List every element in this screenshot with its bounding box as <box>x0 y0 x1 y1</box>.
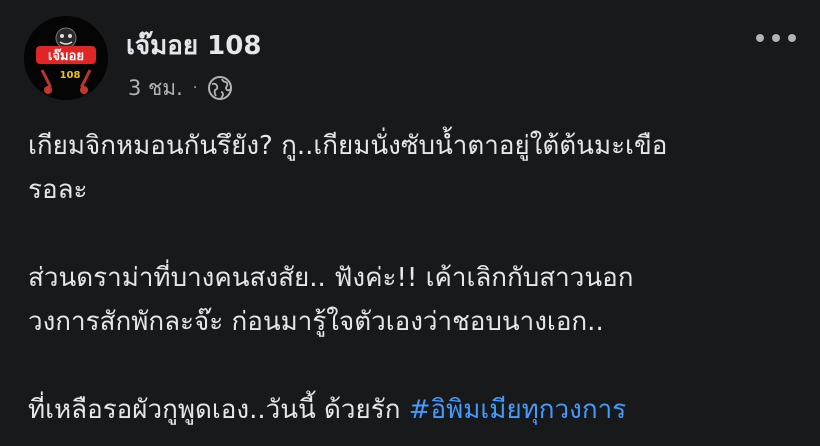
post-text-line-with-hashtag: ที่เหลือรอผัวกูพูดเอง..วันนี้ ด้วยรัก #อ… <box>28 388 796 432</box>
post-text-line: ส่วนดราม่าที่บางคนสงสัย.. ฟังค่ะ!! เค้าเ… <box>28 263 634 293</box>
more-dot-3 <box>788 34 796 42</box>
facebook-post: เจ๊มอย 108 เจ๊มอย 108 3 ชม. · เกียมจิกหม… <box>0 0 820 446</box>
post-text: ที่เหลือรอผัวกูพูดเอง..วันนี้ ด้วยรัก <box>28 395 401 425</box>
post-meta: 3 ชม. · <box>128 74 233 102</box>
post-text-line: รอละ <box>28 175 88 205</box>
post-text-line: เกียมจิกหมอนกันรึยัง? กู..เกียมนั่งซับน้… <box>28 131 668 161</box>
more-dot-1 <box>756 34 764 42</box>
post-timestamp[interactable]: 3 ชม. <box>128 74 183 102</box>
globe-icon[interactable] <box>207 75 233 101</box>
more-dot-2 <box>772 34 780 42</box>
meta-separator: · <box>192 80 198 96</box>
avatar-logo-icon: เจ๊มอย 108 <box>24 16 108 100</box>
svg-text:108: 108 <box>60 70 81 81</box>
post-body: เกียมจิกหมอนกันรึยัง? กู..เกียมนั่งซับน้… <box>28 124 796 432</box>
avatar[interactable]: เจ๊มอย 108 <box>24 16 108 100</box>
svg-text:เจ๊มอย: เจ๊มอย <box>48 49 84 64</box>
more-options-icon[interactable] <box>756 26 796 50</box>
post-header: เจ๊มอย 108 เจ๊มอย 108 3 ชม. · <box>24 16 796 112</box>
post-text-line: วงการสักพักละจ๊ะ ก่อนมารู้ใจตัวเองว่าชอบ… <box>28 307 604 337</box>
hashtag-link[interactable]: #อิพิมเมียทุกวงการ <box>409 395 626 425</box>
author-name[interactable]: เจ๊มอย 108 <box>126 30 261 62</box>
